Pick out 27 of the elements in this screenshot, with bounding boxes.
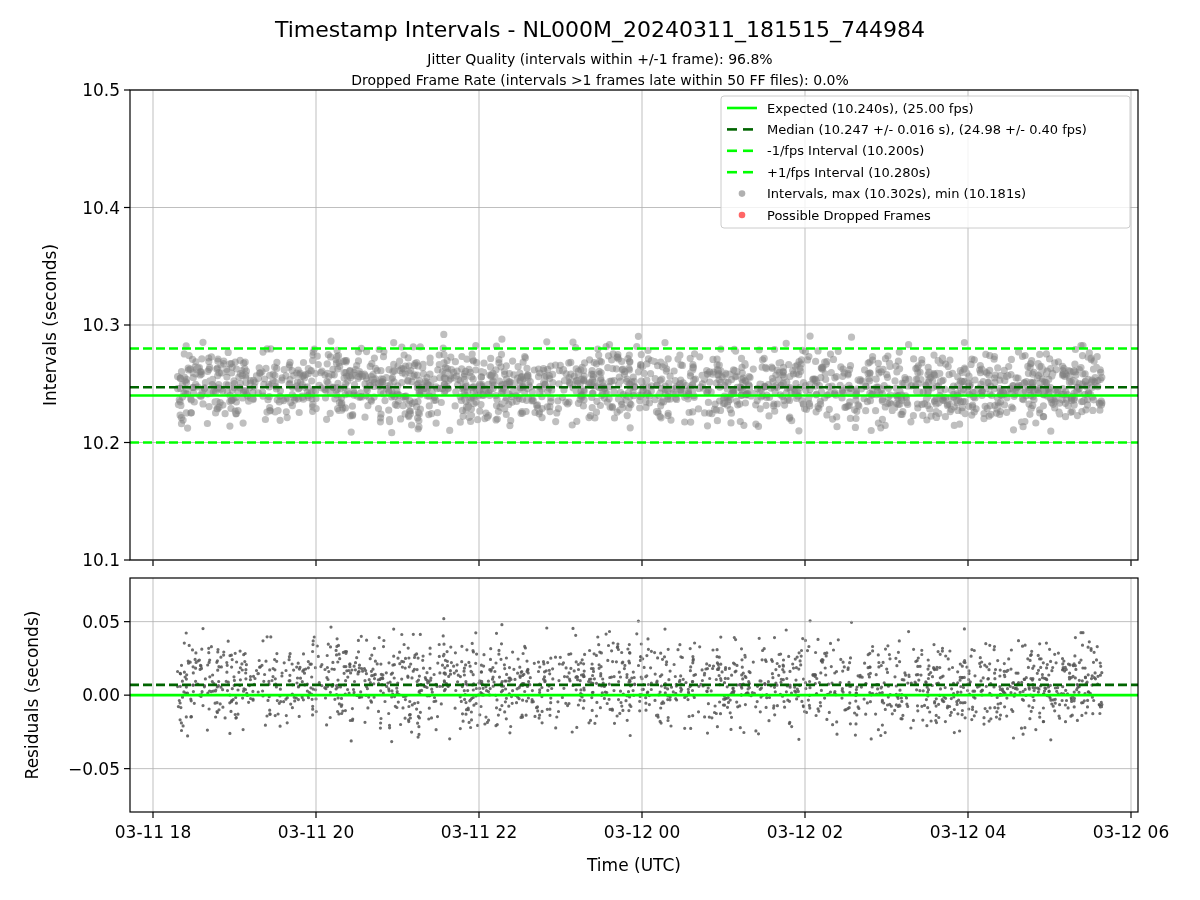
tick-label: 03-11 18 [114, 822, 192, 842]
tick-label: 0.00 [82, 685, 120, 706]
tick-label: 03-12 06 [1092, 822, 1170, 842]
tick-label: 03-12 04 [929, 822, 1007, 842]
legend-label: Expected (10.240s), (25.00 fps) [767, 100, 974, 116]
tick-label: 10.3 [82, 315, 120, 335]
legend-label: -1/fps Interval (10.200s) [767, 143, 925, 159]
tick-label: 03-12 00 [603, 822, 681, 842]
legend-label: Intervals, max (10.302s), min (10.181s) [767, 186, 1026, 202]
legend-label: +1/fps Interval (10.280s) [767, 164, 931, 180]
tick-label: 10.4 [82, 197, 120, 218]
tick-label: 03-12 02 [766, 822, 844, 842]
tick-label: 03-11 22 [440, 822, 518, 842]
tick-label: 10.5 [82, 80, 120, 100]
tick-label: −0.05 [67, 758, 120, 779]
axis-label: Intervals (seconds) [40, 243, 60, 407]
tick-label: 03-11 20 [277, 822, 355, 842]
tick-label: 0.05 [82, 611, 120, 632]
tick-label: 10.1 [82, 550, 120, 570]
figure-subtitle: Dropped Frame Rate (intervals >1 frames late within 50 FF files): 0.0% [351, 72, 849, 88]
figure-subtitle: Jitter Quality (intervals within +/-1 frame): 96.8% [427, 51, 773, 67]
axis-label: Residuals (seconds) [22, 610, 42, 780]
tick-label: 10.2 [82, 432, 120, 453]
legend-label: Median (10.247 +/- 0.016 s), (24.98 +/- 0.40 fps) [767, 121, 1087, 137]
figure-title: Timestamp Intervals - NL000M_20240311_181515_744984 [274, 17, 926, 42]
legend-label: Possible Dropped Frames [767, 207, 931, 223]
axis-label: Time (UTC) [587, 855, 681, 875]
